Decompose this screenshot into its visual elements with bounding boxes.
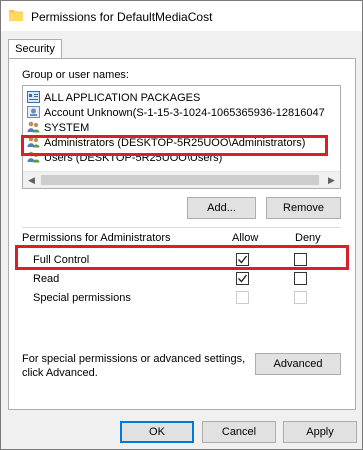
read-allow-checkbox[interactable] [236, 272, 249, 285]
permissions-header: Permissions for Administrators [22, 232, 171, 244]
advanced-note-line2: click Advanced. [22, 367, 98, 379]
list-item[interactable]: Account Unknown(S-1-15-3-1024-1065365936… [27, 106, 332, 120]
user-group-icon [27, 136, 40, 148]
scroll-left-icon[interactable]: ◀ [23, 172, 40, 188]
perm-label-special: Special permissions [33, 292, 131, 304]
special-allow-checkbox [236, 291, 249, 304]
window-title: Permissions for DefaultMediaCost [31, 10, 213, 24]
list-item-label: ALL APPLICATION PACKAGES [44, 92, 201, 104]
advanced-note-line1: For special permissions or advanced sett… [22, 353, 246, 365]
special-deny-checkbox [294, 291, 307, 304]
list-item[interactable]: ALL APPLICATION PACKAGES [27, 91, 332, 105]
tab-security[interactable]: Security [8, 39, 62, 60]
list-item[interactable]: Users (DESKTOP-5R25UOO\Users) [27, 151, 332, 165]
list-item-label: Users (DESKTOP-5R25UOO\Users) [44, 152, 223, 164]
security-panel: Group or user names: ALL APPLICATION PAC… [8, 58, 356, 410]
permissions-dialog: Permissions for DefaultMediaCost Securit… [0, 0, 363, 450]
user-group-icon [27, 151, 40, 163]
allow-header: Allow [232, 232, 259, 244]
user-group-icon [27, 121, 40, 133]
list-item-label: SYSTEM [44, 122, 90, 134]
full-control-deny-checkbox[interactable] [294, 253, 307, 266]
scrollbar-thumb[interactable] [41, 175, 319, 185]
list-item-label: Administrators (DESKTOP-5R25UOO\Administ… [44, 137, 306, 149]
list-item-label: Account Unknown(S-1-15-3-1024-1065365936… [44, 107, 325, 119]
packages-icon [27, 91, 40, 103]
horizontal-scrollbar[interactable]: ◀ ▶ [23, 171, 340, 188]
add-button[interactable]: Add... [187, 197, 256, 219]
group-user-list[interactable]: ALL APPLICATION PACKAGES Account Unknown… [22, 85, 341, 189]
perm-label-full-control: Full Control [33, 254, 90, 266]
read-deny-checkbox[interactable] [294, 272, 307, 285]
list-item-selected[interactable]: Administrators (DESKTOP-5R25UOO\Administ… [27, 136, 332, 150]
remove-button[interactable]: Remove [266, 197, 341, 219]
perm-label-read: Read [33, 273, 60, 285]
ok-button[interactable]: OK [120, 421, 194, 443]
apply-button[interactable]: Apply [283, 421, 357, 443]
scroll-right-icon[interactable]: ▶ [323, 172, 340, 188]
advanced-button[interactable]: Advanced [255, 353, 341, 375]
permissions-group: Permissions for Administrators Allow Den… [22, 227, 341, 347]
tab-strip: Security [1, 31, 362, 60]
full-control-allow-checkbox[interactable] [236, 253, 249, 266]
cancel-button[interactable]: Cancel [202, 421, 276, 443]
folder-icon [9, 9, 23, 21]
list-item[interactable]: SYSTEM [27, 121, 332, 135]
unknown-account-icon [27, 106, 40, 118]
deny-header: Deny [295, 232, 321, 244]
title-bar: Permissions for DefaultMediaCost [1, 1, 362, 31]
group-list-label: Group or user names: [22, 69, 129, 81]
